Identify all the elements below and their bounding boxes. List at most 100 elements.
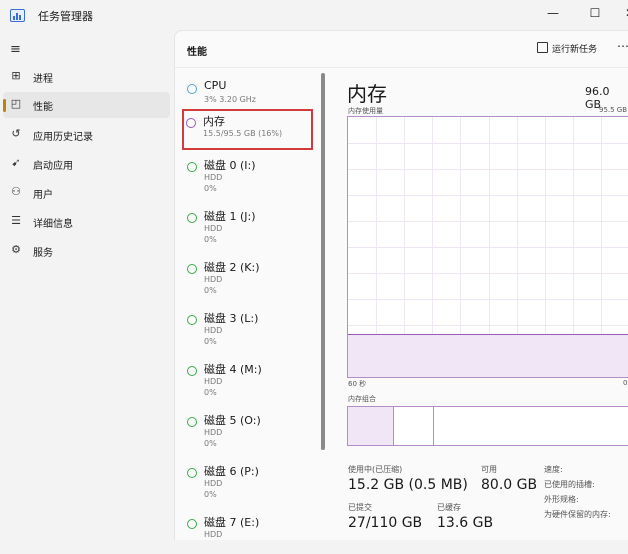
nav-item-startup-apps[interactable]: ➹ 启动应用	[0, 151, 170, 177]
more-options-button[interactable]: ⋯	[617, 39, 628, 53]
run-new-task-button[interactable]: 运行新任务	[537, 42, 597, 55]
graph-gridline	[348, 325, 628, 326]
disk-status-icon	[187, 213, 197, 223]
resource-item-disk-3[interactable]: 磁盘 3 (L:) HDD 0%	[183, 306, 311, 350]
task-manager-icon	[10, 9, 25, 22]
graph-gridline	[348, 273, 628, 274]
nav-item-app-history[interactable]: ↺ 应用历史记录	[0, 122, 170, 148]
resource-item-disk-0[interactable]: 磁盘 0 (I:) HDD 0%	[183, 153, 311, 197]
new-task-icon	[537, 42, 548, 53]
form-factor-label: 外形规格:	[544, 495, 579, 504]
resource-item-memory[interactable]: 内存 15.5/95.5 GB (16%)	[182, 109, 313, 150]
resource-detail: HDD 0%	[204, 326, 223, 346]
header-divider	[175, 67, 628, 68]
resource-detail: HDD 0%	[204, 377, 223, 397]
in-use-label: 使用中(已压缩)	[348, 465, 403, 474]
nav-item-label: 启动应用	[33, 161, 73, 172]
performance-icon: ◰	[10, 97, 22, 110]
disk-status-icon	[187, 366, 197, 376]
maximize-button[interactable]: ☐	[585, 4, 605, 22]
cpu-status-icon	[187, 84, 197, 94]
disk-status-icon	[187, 264, 197, 274]
nav-item-users[interactable]: ⚇ 用户	[0, 180, 170, 206]
nav-item-performance[interactable]: ◰ 性能	[3, 92, 170, 118]
window-title: 任务管理器	[38, 10, 93, 23]
nav-item-details[interactable]: ☰ 详细信息	[0, 209, 170, 235]
process-icon: ⊞	[11, 69, 21, 82]
speed-label: 速度:	[544, 465, 563, 474]
memory-usage-graph	[347, 116, 628, 378]
nav-item-label: 详细信息	[33, 219, 73, 230]
memory-status-icon	[186, 118, 196, 128]
resource-name: 磁盘 5 (O:)	[204, 414, 261, 427]
nav-item-label: 应用历史记录	[33, 132, 93, 143]
resource-name: 内存	[203, 115, 225, 128]
resource-item-disk-4[interactable]: 磁盘 4 (M:) HDD 0%	[183, 357, 311, 401]
services-icon: ⚙	[11, 243, 21, 256]
graph-gridline	[348, 169, 628, 170]
nav-item-label: 用户	[33, 190, 53, 201]
disk-status-icon	[187, 162, 197, 172]
resource-name: 磁盘 3 (L:)	[204, 312, 259, 325]
users-icon: ⚇	[11, 185, 21, 198]
graph-gridline	[348, 299, 628, 300]
resource-name: 磁盘 6 (P:)	[204, 465, 259, 478]
resource-item-disk-7[interactable]: 磁盘 7 (E:) HDD	[183, 510, 311, 554]
graph-label: 内存使用量	[348, 107, 383, 115]
resource-detail: HDD 0%	[204, 428, 223, 448]
minimize-button[interactable]: —	[543, 4, 563, 22]
nav-item-processes[interactable]: ⊞ 进程	[0, 64, 170, 90]
graph-axis-start: 60 秒	[348, 380, 367, 388]
detail-title: 内存	[347, 82, 387, 106]
details-icon: ☰	[11, 214, 21, 227]
resource-name: 磁盘 1 (J:)	[204, 210, 256, 223]
graph-gridline	[348, 195, 628, 196]
nav-toggle-button[interactable]: ≡	[10, 42, 21, 57]
composition-in-use	[348, 407, 394, 445]
startup-icon: ➹	[11, 156, 21, 169]
resource-detail: 15.5/95.5 GB (16%)	[203, 129, 283, 138]
nav-item-services[interactable]: ⚙ 服务	[0, 238, 170, 264]
title-bar: 任务管理器 — ☐ ✕	[0, 0, 628, 32]
disk-status-icon	[187, 315, 197, 325]
composition-modified	[394, 407, 434, 445]
graph-gridline	[348, 221, 628, 222]
graph-max-label: 95.5 GB	[599, 106, 628, 114]
resource-detail: HDD	[204, 530, 223, 539]
resource-item-disk-2[interactable]: 磁盘 2 (K:) HDD 0%	[183, 255, 311, 299]
memory-usage-fill	[348, 334, 628, 377]
resource-list-scrollbar[interactable]	[321, 73, 325, 450]
page-title: 性能	[187, 47, 207, 58]
nav-item-label: 进程	[33, 74, 53, 85]
resource-detail: HDD 0%	[204, 224, 223, 244]
committed-label: 已提交	[348, 503, 372, 512]
cached-value: 13.6 GB	[437, 515, 494, 531]
resource-detail: HDD 0%	[204, 173, 223, 193]
resource-item-disk-5[interactable]: 磁盘 5 (O:) HDD 0%	[183, 408, 311, 452]
resource-name: 磁盘 2 (K:)	[204, 261, 260, 274]
disk-status-icon	[187, 519, 197, 529]
resource-name: 磁盘 7 (E:)	[204, 516, 260, 529]
graph-axis-end: 0	[623, 379, 628, 387]
main-panel: 性能 运行新任务 ⋯ CPU 3% 3.20 GHz 内存 15.5/95.5 …	[174, 30, 628, 540]
available-value: 80.0 GB	[481, 477, 538, 493]
resource-detail: HDD 0%	[204, 275, 223, 295]
history-icon: ↺	[11, 127, 21, 140]
graph-gridline	[348, 247, 628, 248]
hw-reserved-label: 为硬件保留的内存:	[544, 510, 611, 519]
resource-name: CPU	[204, 79, 227, 92]
nav-item-label: 服务	[33, 248, 53, 259]
graph-gridline	[348, 143, 628, 144]
memory-composition-bar	[347, 406, 628, 446]
active-indicator	[3, 99, 6, 112]
in-use-value: 15.2 GB (0.5 MB)	[348, 477, 468, 493]
slots-label: 已使用的插槽:	[544, 480, 595, 489]
resource-detail: 3% 3.20 GHz	[204, 95, 257, 104]
cached-label: 已缓存	[437, 503, 461, 512]
resource-name: 磁盘 4 (M:)	[204, 363, 262, 376]
close-button[interactable]: ✕	[620, 4, 628, 22]
composition-label: 内存组合	[348, 395, 376, 403]
committed-value: 27/110 GB	[348, 515, 423, 531]
resource-item-disk-6[interactable]: 磁盘 6 (P:) HDD 0%	[183, 459, 311, 503]
resource-item-disk-1[interactable]: 磁盘 1 (J:) HDD 0%	[183, 204, 311, 248]
